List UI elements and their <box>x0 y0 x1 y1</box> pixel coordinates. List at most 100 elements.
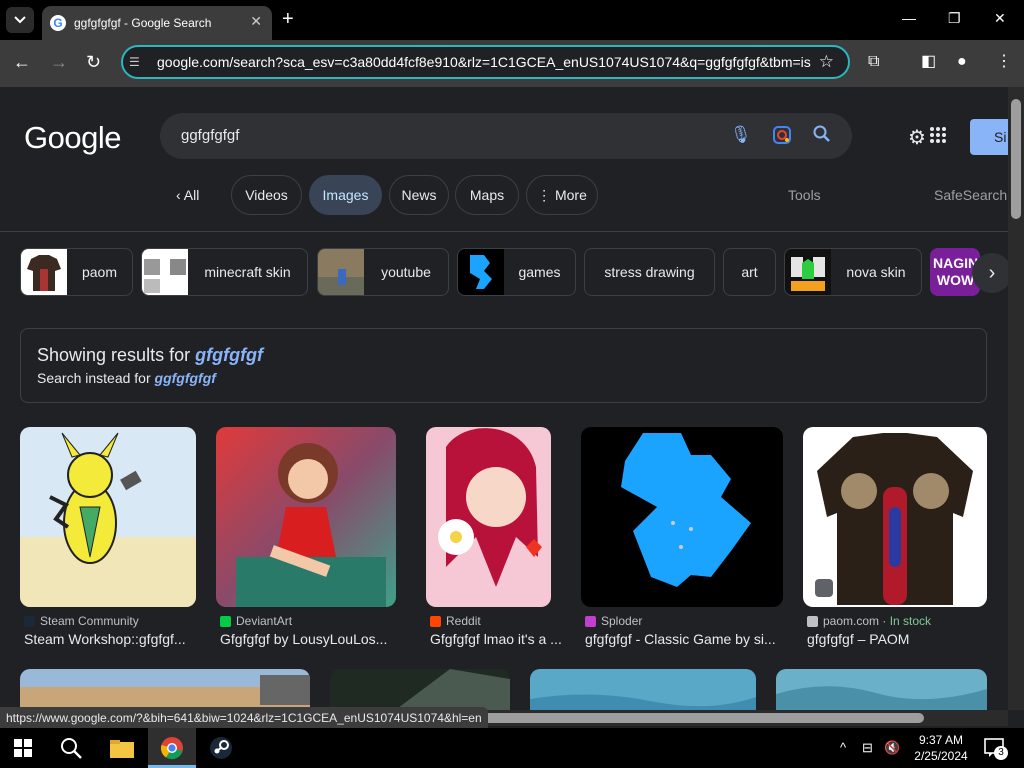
tab-images[interactable]: Images <box>309 175 382 215</box>
refine-chip-stress-drawing[interactable]: stress drawing <box>584 248 715 296</box>
lens-icon[interactable] <box>772 125 792 150</box>
result-image-water[interactable] <box>530 669 756 710</box>
refine-chip-paom[interactable]: paom <box>20 248 133 296</box>
tab-videos[interactable]: Videos <box>231 175 302 215</box>
tab-title: ggfgfgfgf - Google Search <box>74 16 212 30</box>
original-term-link[interactable]: ggfgfgfgf <box>155 370 216 386</box>
google-favicon-icon: G <box>50 15 66 31</box>
notification-count-badge: 3 <box>994 746 1008 760</box>
settings-gear-icon[interactable]: ⚙ <box>908 125 926 150</box>
refine-chip-youtube[interactable]: youtube <box>317 248 449 296</box>
title-bar: G ggfgfgfgf - Google Search ✕ + — ❐ ✕ <box>0 0 1024 40</box>
deviantart-favicon-icon <box>220 615 231 627</box>
vertical-scrollbar[interactable] <box>1008 87 1024 710</box>
reload-button[interactable]: ↻ <box>86 52 101 72</box>
google-logo[interactable]: Google <box>24 120 121 156</box>
tab-news[interactable]: News <box>389 175 449 215</box>
result-image-blue-map[interactable] <box>581 427 783 607</box>
showing-results-line: Showing results for gfgfgfgf <box>37 345 264 365</box>
refine-chip-label: nova skin <box>846 264 906 280</box>
back-button[interactable]: ← <box>13 52 31 72</box>
refine-chip-label: games <box>518 264 561 280</box>
refine-chip-games[interactable]: games <box>457 248 576 296</box>
chevron-down-icon <box>14 16 26 24</box>
tab-all[interactable]: ‹ All <box>176 187 199 203</box>
result-title[interactable]: gfgfgfgf - Classic Game by si... <box>585 631 785 647</box>
tab-search-button[interactable] <box>6 7 34 33</box>
windows-logo-icon <box>14 739 32 757</box>
refine-chip-art[interactable]: art <box>723 248 776 296</box>
notification-center-button[interactable]: 3 <box>982 736 1008 760</box>
search-icon[interactable] <box>813 125 831 148</box>
google-apps-icon[interactable] <box>930 127 946 143</box>
result-image-dark[interactable] <box>330 669 510 710</box>
network-icon[interactable]: ⊟ <box>862 740 873 756</box>
bookmark-star-icon[interactable]: ☆ <box>819 52 834 72</box>
result-title[interactable]: Steam Workshop::gfgfgf... <box>24 631 204 647</box>
chips-next-arrow-icon[interactable]: › <box>972 253 1012 293</box>
tools-button[interactable]: Tools <box>788 187 821 203</box>
chrome-icon <box>160 737 183 760</box>
start-button[interactable] <box>10 736 36 760</box>
corrected-term-link[interactable]: gfgfgfgf <box>195 345 263 365</box>
image-result[interactable]: Steam Community Steam Workshop::gfgfgf..… <box>20 427 196 647</box>
system-clock[interactable]: 9:37 AM 2/25/2024 <box>912 732 970 764</box>
result-image-paom-shirt[interactable] <box>803 427 987 607</box>
vertical-scroll-thumb[interactable] <box>1011 99 1021 219</box>
tray-overflow-icon[interactable]: ^ <box>840 740 846 755</box>
chevron-left-icon: ‹ <box>176 187 184 203</box>
more-dots-icon: ⋮ <box>537 186 555 203</box>
extensions-icon[interactable]: ⧉ <box>868 53 879 71</box>
image-result[interactable]: Reddit Gfgfgfgf lmao it's a ... <box>426 427 562 647</box>
paom-thumbnail <box>21 249 67 295</box>
safesearch-button[interactable]: SafeSearch <box>934 187 1007 203</box>
result-source: Steam Community <box>24 614 139 628</box>
minimize-button[interactable]: — <box>902 10 916 26</box>
games-thumbnail <box>458 249 504 295</box>
voice-search-icon[interactable]: 🎙 <box>730 125 752 145</box>
result-image-pink-hair[interactable] <box>426 427 551 607</box>
image-result[interactable]: paom.com · In stock gfgfgfgf – PAOM <box>803 427 987 647</box>
page-content: Google ggfgfgfgf 🎙 ⚙ Si ‹ All Videos Ima… <box>0 87 1024 710</box>
url-text[interactable]: google.com/search?sca_esv=c3a80dd4fcf8e9… <box>157 54 811 70</box>
tab-more[interactable]: ⋮ More <box>526 175 598 215</box>
result-title[interactable]: Gfgfgfgf lmao it's a ... <box>430 631 570 647</box>
browser-toolbar: ← → ↻ ☰ google.com/search?sca_esv=c3a80d… <box>0 40 1024 87</box>
close-window-button[interactable]: ✕ <box>994 10 1006 27</box>
result-image-town[interactable] <box>20 669 310 710</box>
windows-taskbar: ^ ⊟ 🔇 9:37 AM 2/25/2024 3 <box>0 728 1024 768</box>
volume-muted-icon[interactable]: 🔇 <box>884 740 900 756</box>
close-tab-icon[interactable]: ✕ <box>250 13 262 30</box>
result-image-pikachu[interactable] <box>20 427 196 607</box>
stock-status: In stock <box>889 614 932 628</box>
search-box[interactable]: ggfgfgfgf 🎙 <box>160 113 852 159</box>
new-tab-button[interactable]: + <box>282 9 294 29</box>
steam-taskbar-button[interactable] <box>208 736 234 760</box>
side-panel-icon[interactable]: ◧ <box>921 53 936 71</box>
result-source: paom.com · In stock <box>807 614 931 628</box>
browser-tab[interactable]: G ggfgfgfgf - Google Search ✕ <box>42 6 272 40</box>
chrome-taskbar-button[interactable] <box>159 736 185 760</box>
file-explorer-button[interactable] <box>109 736 135 760</box>
search-tabs: ‹ All Videos Images News Maps ⋮ More Too… <box>0 175 1024 215</box>
menu-icon[interactable]: ⋮ <box>996 53 1012 71</box>
result-image-girl-red-dress[interactable] <box>216 427 396 607</box>
result-title[interactable]: gfgfgfgf – PAOM <box>807 631 991 647</box>
profile-icon[interactable]: ● <box>957 53 967 71</box>
refine-chip-label: minecraft skin <box>204 264 291 280</box>
site-info-icon[interactable]: ☰ <box>129 55 153 69</box>
result-title[interactable]: Gfgfgfgf by LousyLouLos... <box>220 631 400 647</box>
search-input[interactable]: ggfgfgfgf <box>181 127 239 144</box>
image-result[interactable]: DeviantArt Gfgfgfgf by LousyLouLos... <box>216 427 396 647</box>
tab-maps[interactable]: Maps <box>455 175 519 215</box>
result-image-sea[interactable] <box>776 669 987 710</box>
refine-chip-nova-skin[interactable]: nova skin <box>784 248 922 296</box>
image-result[interactable]: Sploder gfgfgfgf - Classic Game by si... <box>581 427 783 647</box>
address-bar[interactable]: ☰ google.com/search?sca_esv=c3a80dd4fcf8… <box>121 45 850 79</box>
refine-chip-minecraft-skin[interactable]: minecraft skin <box>141 248 308 296</box>
minecraft-skin-thumbnail <box>142 249 188 295</box>
restore-button[interactable]: ❐ <box>948 10 961 27</box>
taskbar-search-button[interactable] <box>58 736 84 760</box>
forward-button[interactable]: → <box>50 52 68 72</box>
steam-favicon-icon <box>24 615 35 627</box>
